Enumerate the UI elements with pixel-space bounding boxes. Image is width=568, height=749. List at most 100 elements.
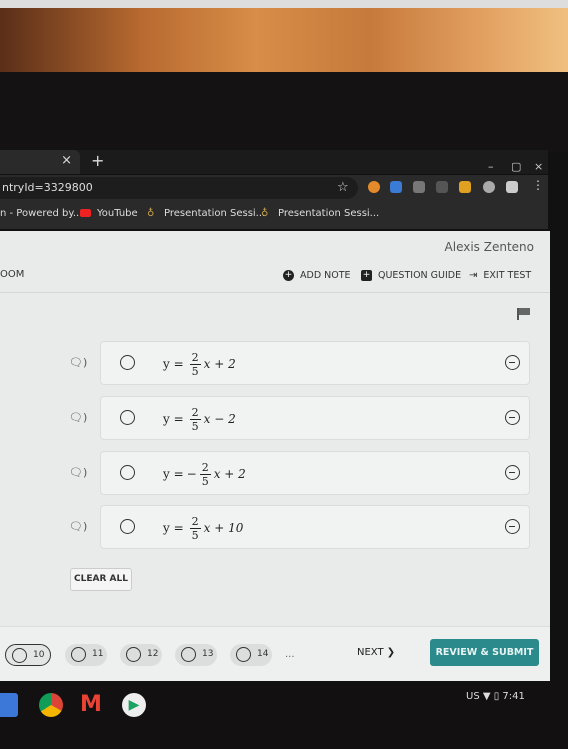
question-guide-button[interactable]: + QUESTION GUIDE bbox=[361, 270, 461, 281]
eq-lhs: y = bbox=[163, 412, 184, 426]
close-window-button[interactable]: × bbox=[534, 160, 543, 173]
review-submit-button[interactable]: REVIEW & SUBMIT bbox=[430, 639, 539, 666]
eq-rest: x − 2 bbox=[203, 412, 236, 426]
question-number-button[interactable]: 11 bbox=[65, 644, 107, 666]
text-to-speech-icon[interactable]: 🗨︎) bbox=[69, 356, 87, 369]
eq-rest: x + 2 bbox=[203, 357, 236, 371]
bookmark[interactable]: YouTube bbox=[97, 208, 138, 219]
thumbs-up-icon[interactable] bbox=[459, 181, 471, 193]
equation: y = 2 5 x + 2 bbox=[163, 346, 236, 382]
browser-tab[interactable]: × bbox=[0, 150, 80, 174]
text-to-speech-icon[interactable]: 🗨︎) bbox=[69, 520, 87, 533]
answer-choice[interactable]: 🗨︎) y = 2 5 x − 2 bbox=[69, 396, 530, 440]
question-number-button[interactable]: 13 bbox=[175, 644, 217, 666]
next-button[interactable]: NEXT ❯ bbox=[357, 647, 395, 658]
guide-icon: + bbox=[361, 270, 372, 281]
bookmark[interactable]: n - Powered by... bbox=[0, 208, 82, 219]
extension-icon[interactable] bbox=[436, 181, 448, 193]
bookmarks-bar: n - Powered by... YouTube ♁ Presentation… bbox=[0, 201, 548, 229]
eliminate-choice-icon[interactable] bbox=[505, 519, 520, 534]
close-tab-icon[interactable]: × bbox=[61, 153, 72, 168]
denominator: 5 bbox=[191, 364, 199, 378]
youtube-icon bbox=[80, 209, 91, 217]
radio-button[interactable] bbox=[120, 355, 135, 370]
question-number: 11 bbox=[92, 649, 104, 659]
extension-icon[interactable] bbox=[368, 181, 380, 193]
question-status-icon bbox=[12, 648, 27, 663]
question-navigation: 10 11 12 13 14 ... NEXT ❯ REVIEW & SUBMIT bbox=[0, 626, 550, 681]
radio-button[interactable] bbox=[120, 465, 135, 480]
extension-icon[interactable] bbox=[483, 181, 495, 193]
eq-lhs: y = bbox=[163, 357, 184, 371]
fraction: 25 bbox=[189, 405, 201, 433]
bookmark[interactable]: Presentation Sessi... bbox=[278, 208, 379, 219]
clear-all-button[interactable]: CLEAR ALL bbox=[70, 568, 132, 591]
exit-test-label: EXIT TEST bbox=[483, 270, 532, 281]
question-number: 14 bbox=[257, 649, 269, 659]
add-note-button[interactable]: + ADD NOTE bbox=[283, 270, 351, 281]
more-questions[interactable]: ... bbox=[285, 649, 295, 660]
question-status-icon bbox=[181, 647, 196, 662]
bookmark[interactable]: Presentation Sessi... bbox=[164, 208, 265, 219]
eliminate-choice-icon[interactable] bbox=[505, 355, 520, 370]
restore-button[interactable]: ▢ bbox=[511, 160, 521, 173]
answer-choice[interactable]: 🗨︎) y = 2 5 x + 2 bbox=[69, 341, 530, 385]
denominator: 5 bbox=[201, 474, 209, 488]
equation: y = 2 5 x − 2 bbox=[163, 401, 236, 437]
radio-button[interactable] bbox=[120, 410, 135, 425]
question-status-icon bbox=[236, 647, 251, 662]
text-to-speech-icon[interactable]: 🗨︎) bbox=[69, 466, 87, 479]
radio-button[interactable] bbox=[120, 519, 135, 534]
eliminate-choice-icon[interactable] bbox=[505, 410, 520, 425]
extension-icon[interactable] bbox=[413, 181, 425, 193]
screen-bezel bbox=[0, 72, 568, 152]
menu-icon[interactable]: ⋮ bbox=[532, 178, 544, 192]
answer-choice[interactable]: 🗨︎) y = −2 5 x + 2 bbox=[69, 451, 530, 495]
bookmark-star-icon[interactable]: ☆ bbox=[337, 180, 349, 195]
test-toolbar: OOM + ADD NOTE + QUESTION GUIDE ⇥ EXIT TEST bbox=[0, 263, 550, 293]
text-to-speech-icon[interactable]: 🗨︎) bbox=[69, 411, 87, 424]
equation: y = 2 5 x + 10 bbox=[163, 510, 243, 546]
numerator: 2 bbox=[189, 405, 201, 420]
puzzle-icon[interactable] bbox=[506, 181, 518, 193]
extension-icon[interactable] bbox=[390, 181, 402, 193]
equation: y = −2 5 x + 2 bbox=[163, 456, 246, 492]
question-status-icon bbox=[71, 647, 86, 662]
add-note-label: ADD NOTE bbox=[300, 270, 351, 281]
numerator: 2 bbox=[189, 514, 201, 529]
play-store-icon[interactable]: ▶ bbox=[122, 693, 146, 717]
question-number: 13 bbox=[202, 649, 214, 659]
exit-test-button[interactable]: ⇥ EXIT TEST bbox=[469, 270, 531, 281]
eliminate-choice-icon[interactable] bbox=[505, 465, 520, 480]
fraction: 25 bbox=[199, 460, 211, 488]
os-shelf: M ▶ US ▼ ▯ 7:41 bbox=[0, 681, 568, 749]
question-number-button[interactable]: 14 bbox=[230, 644, 272, 666]
question-number-button[interactable]: 12 bbox=[120, 644, 162, 666]
fraction: 25 bbox=[189, 514, 201, 542]
section-title: OOM bbox=[0, 269, 25, 280]
minimize-button[interactable]: – bbox=[488, 160, 494, 173]
url-input[interactable]: ntryId=3329800 ☆ bbox=[0, 177, 358, 199]
medal-icon: ♁ bbox=[261, 208, 269, 219]
tab-bar: × + – ▢ × bbox=[0, 150, 548, 174]
url-text: ntryId=3329800 bbox=[2, 181, 93, 194]
docs-icon[interactable] bbox=[0, 693, 18, 717]
question-number: 10 bbox=[33, 650, 45, 660]
denominator: 5 bbox=[191, 419, 199, 433]
answer-choice[interactable]: 🗨︎) y = 2 5 x + 10 bbox=[69, 505, 530, 549]
eq-lhs: y = bbox=[163, 521, 184, 535]
flag-icon[interactable] bbox=[517, 308, 531, 320]
status-tray[interactable]: US ▼ ▯ 7:41 bbox=[466, 691, 525, 702]
new-tab-button[interactable]: + bbox=[91, 151, 104, 170]
question-status-icon bbox=[126, 647, 141, 662]
address-bar-row: ntryId=3329800 ☆ ⋮ bbox=[0, 175, 548, 201]
eq-lhs: y = bbox=[163, 467, 184, 481]
eq-sign: − bbox=[186, 467, 197, 481]
test-page: Alexis Zenteno OOM + ADD NOTE + QUESTION G… bbox=[0, 231, 550, 681]
numerator: 2 bbox=[199, 460, 211, 475]
chrome-icon[interactable] bbox=[39, 693, 63, 717]
gmail-icon[interactable]: M bbox=[80, 693, 104, 717]
eq-rest: x + 2 bbox=[213, 467, 246, 481]
fraction: 25 bbox=[189, 351, 201, 378]
question-number-button[interactable]: 10 bbox=[5, 644, 51, 666]
